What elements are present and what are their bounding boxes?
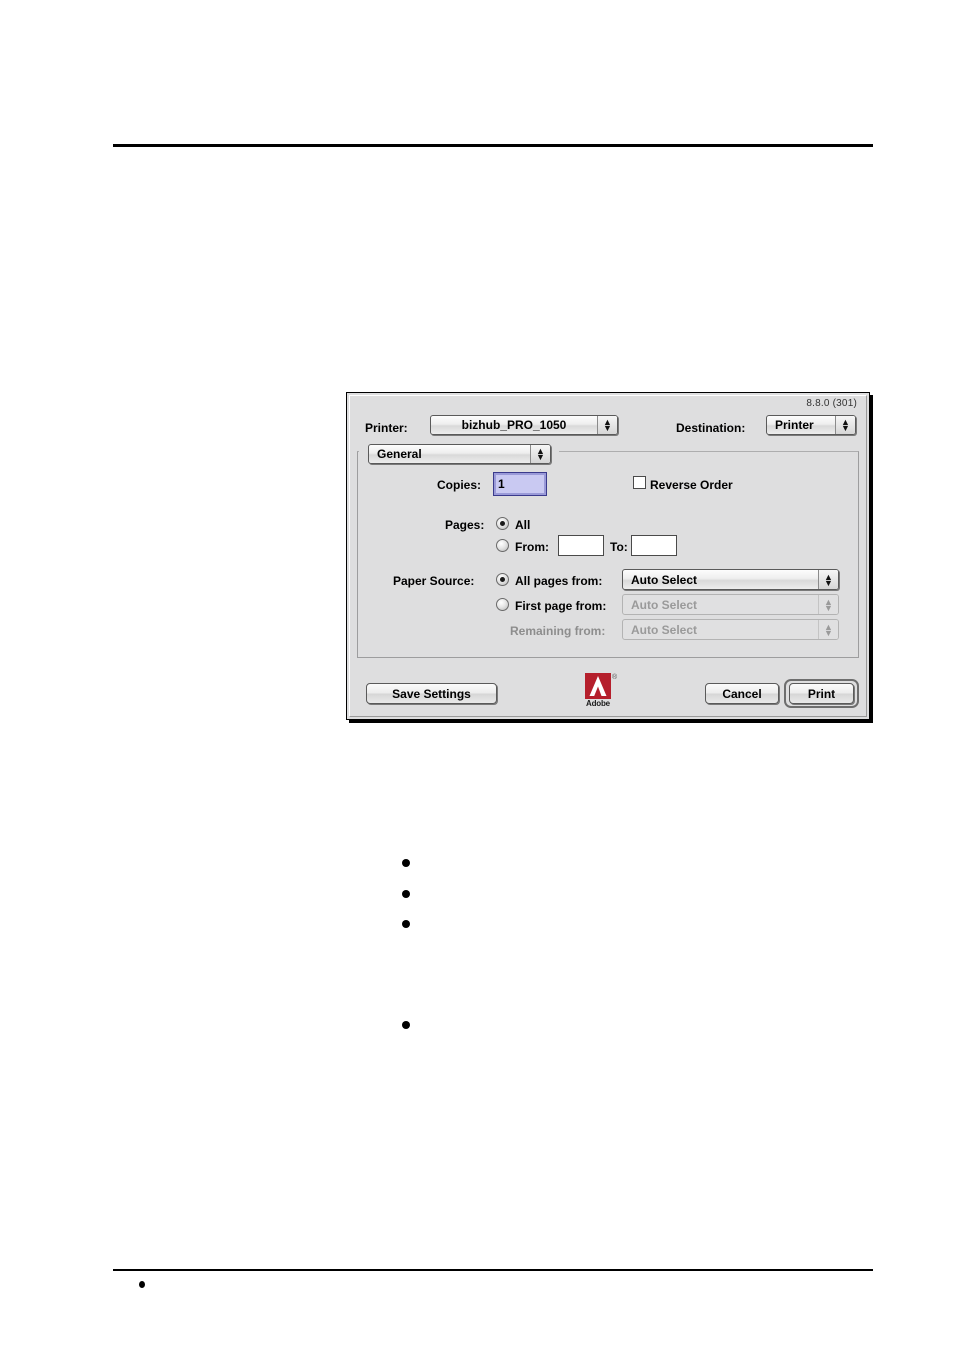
page-header-rule — [113, 144, 873, 147]
copies-input[interactable]: 1 — [493, 472, 547, 496]
pages-label: Pages: — [445, 518, 485, 532]
pages-to-input[interactable] — [631, 535, 677, 556]
all-pages-from-popup[interactable]: Auto Select ▲ ▼ — [622, 569, 839, 590]
pages-all-label: All — [515, 518, 531, 532]
remaining-from-label: Remaining from: — [510, 624, 606, 638]
list-item-bullet — [402, 859, 410, 867]
chevron-updown-icon: ▲ ▼ — [597, 416, 617, 434]
remaining-from-value: Auto Select — [631, 622, 698, 637]
first-page-from-value: Auto Select — [631, 597, 698, 612]
destination-popup[interactable]: Printer ▲ ▼ — [766, 415, 856, 435]
print-button[interactable]: Print — [789, 683, 854, 704]
all-pages-from-label: All pages from: — [515, 574, 603, 588]
pages-from-label: From: — [515, 540, 549, 554]
chevron-updown-icon: ▲ ▼ — [530, 445, 550, 463]
reverse-order-checkbox[interactable] — [633, 476, 646, 489]
adobe-wordmark: Adobe — [586, 699, 610, 708]
first-page-from-label: First page from: — [515, 599, 607, 613]
copies-label: Copies: — [437, 478, 482, 492]
list-item-bullet — [402, 1021, 410, 1029]
pages-from-input[interactable] — [558, 535, 604, 556]
all-pages-from-radio[interactable] — [496, 573, 509, 586]
paper-source-label: Paper Source: — [393, 574, 475, 588]
first-page-from-popup[interactable]: Auto Select ▲ ▼ — [622, 594, 839, 615]
chevron-updown-icon: ▲ ▼ — [818, 595, 838, 614]
list-item-bullet — [402, 920, 410, 928]
remaining-from-popup[interactable]: Auto Select ▲ ▼ — [622, 619, 839, 640]
pane-selector-popup[interactable]: General ▲ ▼ — [368, 444, 551, 464]
list-item-bullet — [402, 890, 410, 898]
chevron-updown-icon: ▲ ▼ — [818, 620, 838, 639]
printer-label: Printer: — [365, 421, 408, 435]
adobe-a-glyph — [589, 676, 607, 696]
cancel-button[interactable]: Cancel — [705, 683, 779, 704]
all-pages-from-value: Auto Select — [631, 572, 698, 587]
adobe-logo: ® Adobe — [585, 673, 619, 711]
first-page-from-radio[interactable] — [496, 598, 509, 611]
reverse-order-label: Reverse Order — [650, 478, 733, 492]
destination-label: Destination: — [676, 421, 746, 435]
printer-popup[interactable]: bizhub_PRO_1050 ▲ ▼ — [430, 415, 618, 435]
pane-selector-value: General — [377, 447, 422, 461]
print-dialog: 8.8.0 (301) Printer: bizhub_PRO_1050 ▲ ▼… — [346, 392, 870, 720]
pages-to-label: To: — [610, 540, 628, 554]
footer-bullet — [139, 1281, 145, 1288]
pages-range-radio[interactable] — [496, 539, 509, 552]
chevron-updown-icon: ▲ ▼ — [835, 416, 855, 434]
save-settings-button[interactable]: Save Settings — [366, 683, 497, 704]
chevron-updown-icon: ▲ ▼ — [818, 570, 838, 589]
page-footer-rule — [113, 1269, 873, 1271]
pages-all-radio[interactable] — [496, 517, 509, 530]
printer-popup-value: bizhub_PRO_1050 — [461, 418, 567, 432]
destination-popup-value: Printer — [775, 418, 814, 432]
registered-mark-icon: ® — [612, 674, 618, 681]
version-label: 8.8.0 (301) — [806, 398, 857, 409]
